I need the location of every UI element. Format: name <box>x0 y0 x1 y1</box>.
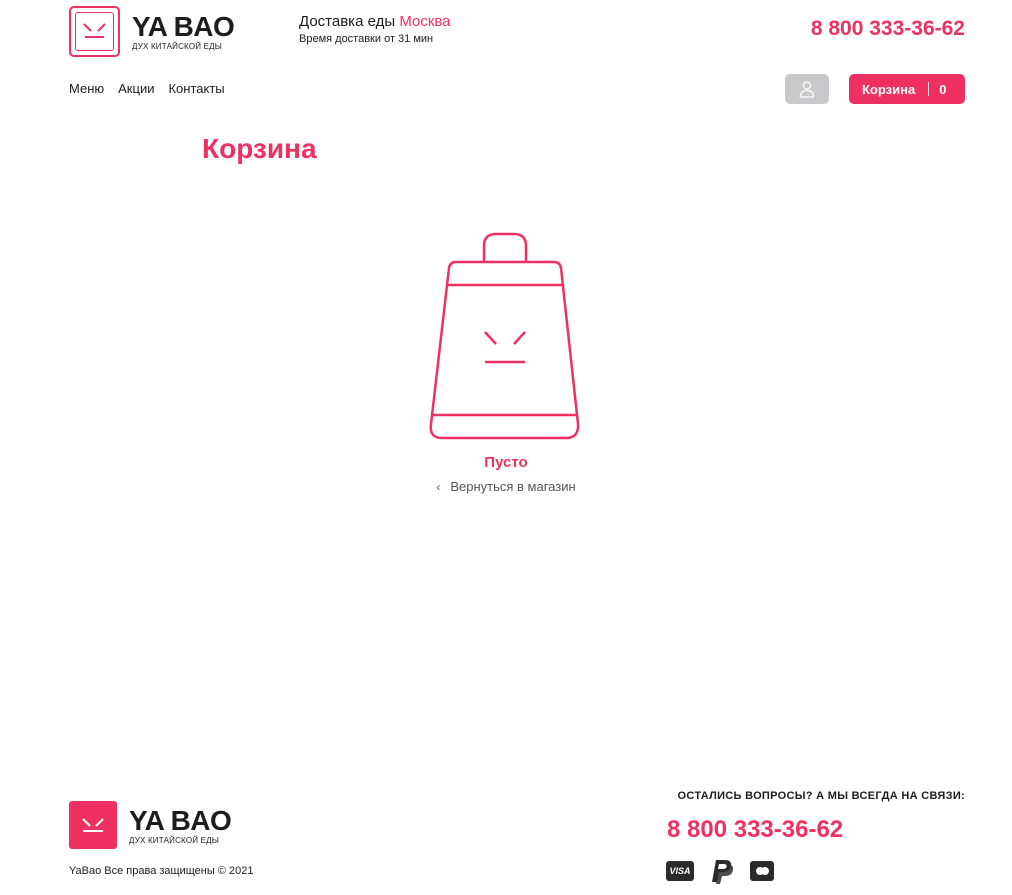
delivery-info: Доставка еды Москва Время доставки от 31… <box>299 13 451 45</box>
copyright: YaBao Все права защищены © 2021 <box>69 865 254 877</box>
site-footer: YA BAO ДУХ КИТАЙСКОЙ ЕДЫ YaBao Все права… <box>0 780 1012 895</box>
footer-logo[interactable]: YA BAO ДУХ КИТАЙСКОЙ ЕДЫ <box>69 801 232 849</box>
footer-logo-tagline: ДУХ КИТАЙСКОЙ ЕДЫ <box>129 835 220 845</box>
visa-icon: VISA <box>666 861 694 881</box>
user-account-button[interactable] <box>785 74 829 104</box>
cart-button[interactable]: Корзина 0 <box>849 74 965 104</box>
back-to-shop-label: Вернуться в магазин <box>450 479 576 494</box>
delivery-prefix: Доставка еды <box>299 13 396 30</box>
logo-icon <box>69 6 120 57</box>
footer-logo-title: YA BAO <box>129 804 232 836</box>
footer-phone[interactable]: 8 800 333-36-62 <box>667 816 843 844</box>
header-phone[interactable]: 8 800 333-36-62 <box>811 17 965 41</box>
logo[interactable]: YA BAO ДУХ КИТАЙСКОЙ ЕДЫ <box>69 6 235 57</box>
payment-methods: VISA <box>666 858 774 884</box>
cart-divider <box>928 82 930 96</box>
delivery-time: Время доставки от 31 мин <box>299 33 434 45</box>
nav-item-promos[interactable]: Акции <box>118 81 154 96</box>
city-selector[interactable]: Москва <box>399 13 450 30</box>
chevron-left-icon: ‹ <box>436 479 441 494</box>
nav-item-menu[interactable]: Меню <box>69 81 104 96</box>
empty-cart-label: Пусто <box>484 454 528 471</box>
cart-label: Корзина <box>862 81 916 97</box>
empty-cart: Пусто ‹ Вернуться в магазин <box>0 228 1012 494</box>
logo-tagline: ДУХ КИТАЙСКОЙ ЕДЫ <box>132 42 223 51</box>
logo-title: YA BAO <box>132 11 235 42</box>
user-icon <box>799 81 815 98</box>
site-header: YA BAO ДУХ КИТАЙСКОЙ ЕДЫ Доставка еды Мо… <box>0 0 1012 120</box>
footer-logo-icon <box>69 801 117 849</box>
footer-contact-heading: ОСТАЛИСЬ ВОПРОСЫ? А МЫ ВСЕГДА НА СВЯЗИ: <box>677 790 965 802</box>
shopping-bag-icon <box>429 232 580 440</box>
cart-count: 0 <box>939 81 947 97</box>
back-to-shop-link[interactable]: ‹ Вернуться в магазин <box>436 479 575 494</box>
page-title: Корзина <box>202 133 317 164</box>
paypal-icon <box>712 860 734 884</box>
mastercard-icon <box>750 861 774 881</box>
main-nav: Меню Акции Контакты <box>69 81 225 96</box>
nav-item-contacts[interactable]: Контакты <box>168 81 224 96</box>
